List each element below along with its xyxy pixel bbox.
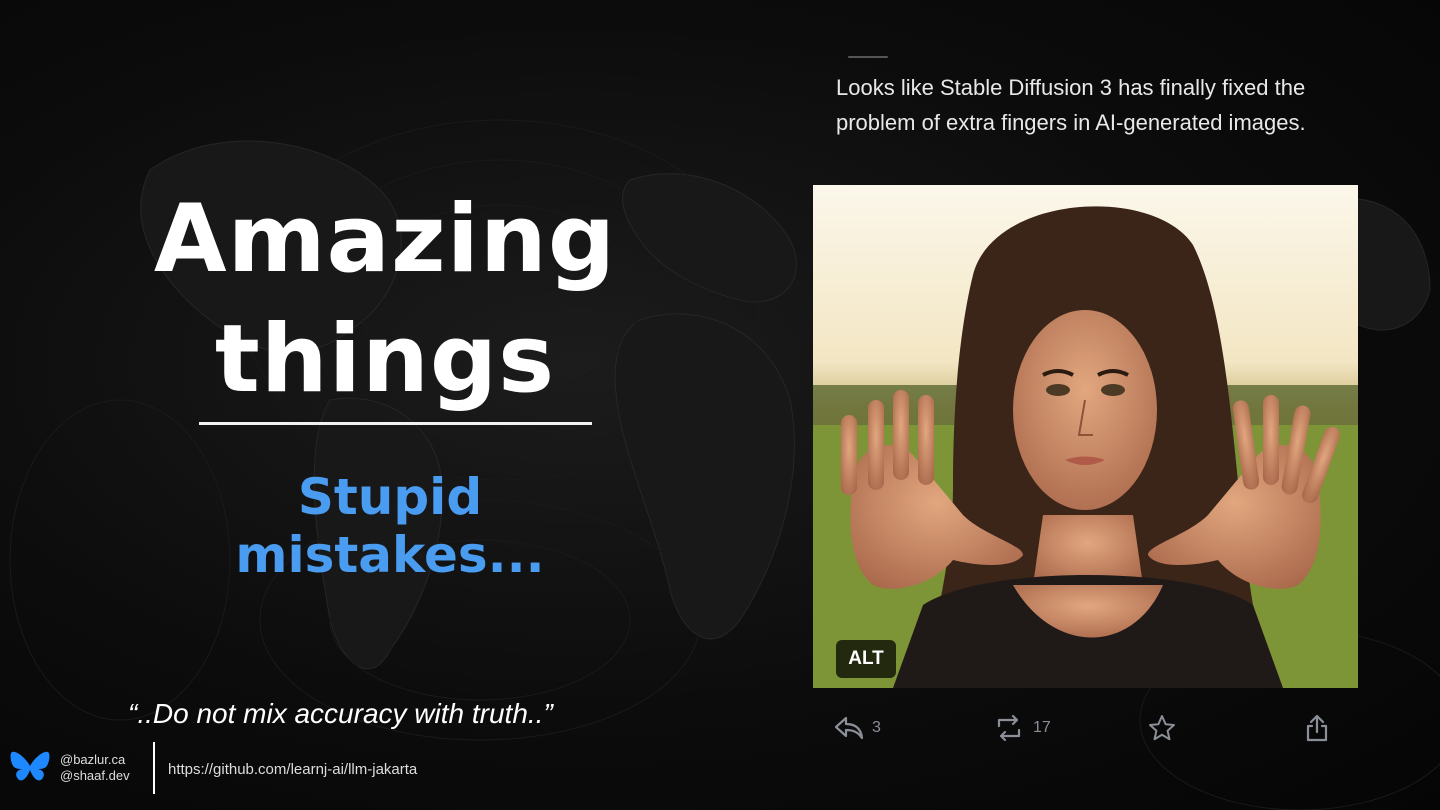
reply-count: 3 (872, 719, 881, 736)
woman-with-hands-illustration (813, 185, 1358, 688)
post-text: Looks like Stable Diffusion 3 has finall… (836, 75, 1306, 135)
butterfly-icon (10, 750, 50, 786)
title-line-things: things (214, 305, 556, 414)
title-divider (199, 422, 592, 425)
reply-button[interactable]: 3 (834, 712, 881, 744)
github-link[interactable]: https://github.com/learnj-ai/llm-jakarta (168, 761, 417, 778)
slide-title: Amazing things (150, 180, 620, 420)
slide-subtitle: Stupid mistakes... (235, 468, 545, 584)
alt-badge[interactable]: ALT (836, 640, 896, 678)
star-icon (1148, 714, 1176, 742)
share-button[interactable] (1304, 712, 1330, 744)
share-icon (1304, 713, 1330, 743)
repost-icon (993, 714, 1025, 742)
post-top-handle (848, 56, 888, 58)
slide-quote: “..Do not mix accuracy with truth..” (128, 698, 553, 729)
handle-bazlur[interactable]: @bazlur.ca (60, 752, 130, 768)
post-image[interactable] (813, 185, 1358, 688)
favorite-button[interactable] (1148, 712, 1176, 744)
footer-separator (153, 742, 155, 794)
reply-icon (834, 715, 864, 741)
repost-count: 17 (1033, 719, 1051, 736)
title-line-amazing: Amazing (153, 185, 617, 294)
repost-button[interactable]: 17 (993, 712, 1051, 744)
author-handles: @bazlur.ca @shaaf.dev (60, 752, 130, 784)
handle-shaaf[interactable]: @shaaf.dev (60, 768, 130, 784)
